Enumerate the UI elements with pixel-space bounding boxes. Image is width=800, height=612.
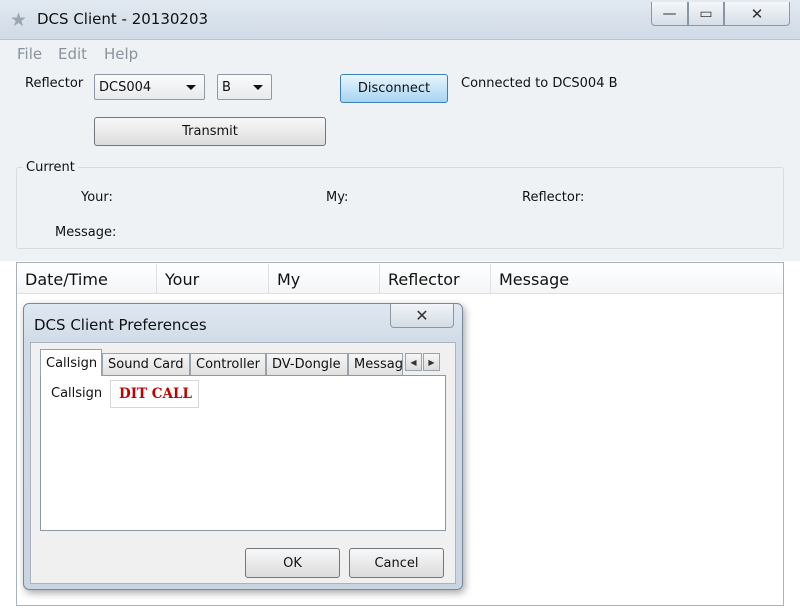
reflector-select-value: DCS004: [99, 80, 152, 95]
reflector-label: Reflector: [25, 76, 84, 91]
callsign-tab-page: Callsign DIT CALL: [40, 375, 446, 531]
column-header-reflector[interactable]: Reflector: [380, 264, 491, 293]
star-icon: ★: [10, 9, 28, 31]
window-title: DCS Client - 20130203: [37, 10, 209, 28]
transmit-button-label: Transmit: [182, 124, 238, 139]
current-my-label: My:: [326, 190, 349, 205]
column-header-datetime[interactable]: Date/Time: [17, 264, 157, 293]
tab-callsign[interactable]: Callsign: [40, 349, 102, 376]
column-header-your[interactable]: Your: [157, 264, 269, 293]
disconnect-button[interactable]: Disconnect: [340, 74, 448, 103]
minimize-icon: —: [662, 5, 677, 22]
current-message-label: Message:: [55, 225, 117, 240]
current-reflector-label: Reflector:: [522, 190, 585, 205]
disconnect-button-label: Disconnect: [357, 81, 431, 96]
tab-messages[interactable]: Messag: [348, 353, 403, 375]
title-bar[interactable]: ★ DCS Client - 20130203 — ▭ ✕: [0, 0, 800, 40]
tab-scroll-left-button[interactable]: ◀: [405, 353, 422, 371]
current-group: [16, 167, 784, 249]
dialog-body: Callsign Sound Card Controller DV-Dongle…: [30, 342, 456, 584]
menu-file[interactable]: File: [17, 45, 42, 63]
current-legend: Current: [23, 160, 78, 175]
close-icon: ✕: [750, 4, 764, 23]
minimize-button[interactable]: —: [651, 2, 688, 26]
callsign-input[interactable]: DIT CALL: [110, 380, 199, 408]
menu-bar: File Edit Help: [0, 40, 800, 66]
dialog-title: DCS Client Preferences: [34, 316, 207, 334]
list-header: Date/Time Your My Reflector Message: [17, 263, 783, 294]
maximize-button[interactable]: ▭: [688, 2, 724, 26]
module-select[interactable]: B: [217, 74, 272, 100]
cancel-button-label: Cancel: [374, 555, 419, 571]
cancel-button[interactable]: Cancel: [349, 548, 444, 578]
close-icon: ✕: [415, 306, 429, 325]
maximize-icon: ▭: [699, 5, 713, 22]
callsign-label: Callsign: [51, 386, 103, 401]
chevron-left-icon: ◀: [410, 357, 417, 367]
tab-dv-dongle[interactable]: DV-Dongle: [266, 353, 348, 375]
connection-status: Connected to DCS004 B: [461, 76, 618, 91]
current-your-label: Your:: [81, 190, 113, 205]
chevron-right-icon: ▶: [428, 357, 435, 367]
module-select-value: B: [222, 80, 231, 95]
tab-sound-card[interactable]: Sound Card: [102, 353, 190, 375]
transmit-button[interactable]: Transmit: [94, 117, 326, 146]
chevron-down-icon: [186, 85, 196, 90]
dialog-close-button[interactable]: ✕: [390, 304, 454, 328]
close-window-button[interactable]: ✕: [724, 2, 790, 26]
column-header-my[interactable]: My: [269, 264, 380, 293]
tab-scroll-right-button[interactable]: ▶: [423, 353, 440, 371]
column-header-message[interactable]: Message: [491, 264, 783, 293]
menu-edit[interactable]: Edit: [58, 45, 87, 63]
ok-button[interactable]: OK: [245, 548, 340, 578]
reflector-select[interactable]: DCS004: [94, 74, 205, 100]
chevron-down-icon: [253, 85, 263, 90]
preferences-dialog: DCS Client Preferences ✕ Callsign Sound …: [23, 303, 463, 590]
ok-button-label: OK: [283, 555, 302, 571]
tab-controller[interactable]: Controller: [190, 353, 266, 375]
menu-help[interactable]: Help: [104, 45, 138, 63]
